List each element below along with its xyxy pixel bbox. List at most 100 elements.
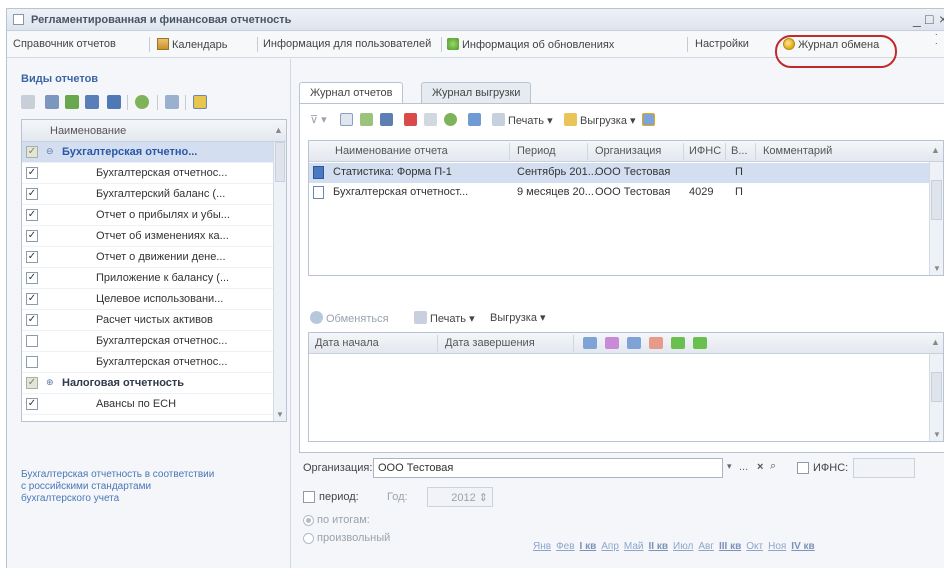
scroll-up-icon[interactable]: ▲ [931,145,940,155]
row-checkbox[interactable]: ✓ [26,293,38,305]
tree-row[interactable]: ✓ Отчет о прибылях и убы... [22,205,274,226]
scroll-down-icon[interactable]: ▼ [276,410,284,419]
minimize-icon[interactable]: _ [913,11,921,27]
period-checkbox[interactable] [303,491,315,503]
period-link[interactable]: Май [624,541,644,552]
col-start-date[interactable]: Дата начала [315,337,379,349]
table-row[interactable]: Статистика: Форма П-1 Сентябрь 201... ОО… [309,163,929,183]
maximize-icon[interactable]: □ [925,11,933,27]
delete-icon[interactable] [404,113,417,126]
close-icon[interactable]: × [939,11,944,27]
row-checkbox[interactable]: ✓ [26,230,38,242]
tree-row[interactable]: ✓ Целевое использовани... [22,289,274,310]
row-checkbox[interactable] [26,356,38,368]
refresh-icon[interactable] [444,113,457,126]
new-document-icon[interactable] [340,113,353,126]
more-icon[interactable] [424,113,437,126]
ifns-field[interactable] [853,458,915,478]
exchange-export-button[interactable]: Выгрузка ▾ [490,311,546,324]
scrollbar-thumb[interactable] [275,142,285,182]
radio-totals[interactable] [303,515,314,526]
exchange-scrollbar[interactable]: ▼ [929,354,943,441]
col-end-date[interactable]: Дата завершения [445,337,535,349]
search-icon[interactable]: ⌕ [770,460,776,473]
exchange-button[interactable]: Обменяться [310,311,389,325]
tree-row[interactable]: ✓ Отчет о движении дене... [22,247,274,268]
col-report-name[interactable]: Наименование отчета [335,145,448,157]
edit-document-icon[interactable] [380,113,393,126]
period-link[interactable]: II кв [649,541,669,552]
scrollbar-thumb[interactable] [931,180,942,220]
tree-group-row[interactable]: ✓ ⊕ Налоговая отчетность [22,373,274,394]
row-checkbox[interactable]: ✓ [26,167,38,179]
row-checkbox[interactable]: ✓ [26,398,38,410]
ellipsis-icon[interactable]: ... [739,461,748,473]
clear-icon[interactable]: × [757,461,763,473]
col-ifns[interactable]: ИФНС [689,145,721,157]
new-folder-icon[interactable] [21,95,35,109]
row-checkbox[interactable]: ✓ [26,251,38,263]
scroll-down-icon[interactable]: ▼ [933,430,941,439]
group-icon[interactable] [107,95,121,109]
menu-reports-reference[interactable]: Справочник отчетов [13,38,116,50]
row-checkbox[interactable]: ✓ [26,188,38,200]
scrollbar-thumb[interactable] [931,372,942,402]
row-checkbox[interactable]: ✓ [26,314,38,326]
copy-icon[interactable] [45,95,59,109]
tree-row[interactable]: Бухгалтерская отчетнос... [22,331,274,352]
tree-row[interactable]: ✓ Авансы по ЕСН [22,394,274,415]
period-link[interactable]: Ноя [768,541,786,552]
print-button[interactable]: Печать ▾ [492,113,553,127]
tree-row[interactable]: ✓ Приложение к балансу (... [22,268,274,289]
filter-icon[interactable]: ⊽ ▾ [310,113,327,126]
row-checkbox[interactable] [26,335,38,347]
tree-scrollbar[interactable]: ▼ [273,142,286,421]
period-link[interactable]: Окт [746,541,763,552]
tree-row[interactable]: ✓ Расчет чистых активов [22,310,274,331]
menu-user-info[interactable]: Информация для пользователей [263,38,431,50]
row-checkbox[interactable]: ✓ [26,209,38,221]
dropdown-arrow-icon[interactable]: ▾ [727,461,732,472]
tree-row[interactable]: ✓ Бухгалтерская отчетнос... [22,163,274,184]
row-checkbox[interactable]: ✓ [26,377,38,389]
expand-icon[interactable]: ⊕ [46,377,54,388]
refresh-icon[interactable] [135,95,149,109]
row-checkbox[interactable]: ✓ [26,272,38,284]
period-link[interactable]: III кв [719,541,741,552]
ifns-checkbox[interactable] [797,462,809,474]
export-button[interactable]: Выгрузка ▾ [564,113,636,127]
edit-icon[interactable] [65,95,79,109]
tree-row[interactable]: Бухгалтерская отчетнос... [22,352,274,373]
reports-scrollbar[interactable]: ▼ [929,162,943,275]
period-link[interactable]: Янв [533,541,551,552]
menu-calendar[interactable]: Календарь [157,38,228,51]
menu-update-info[interactable]: Информация об обновлениях [447,38,614,51]
tab-export-log[interactable]: Журнал выгрузки [421,82,532,104]
exchange-print-button[interactable]: Печать ▾ [414,311,475,325]
organization-field[interactable]: ООО Тестовая [373,458,723,478]
col-period[interactable]: Период [517,145,556,157]
scroll-up-icon[interactable]: ▲ [274,125,283,135]
settings-icon[interactable] [193,95,207,109]
tree-group-row[interactable]: ✓ ⊖ Бухгалтерская отчетно... [22,142,274,163]
col-comment[interactable]: Комментарий [763,145,832,157]
year-field[interactable]: 2012 ⇕ [427,487,493,507]
scroll-down-icon[interactable]: ▼ [933,264,941,273]
period-link[interactable]: Авг [698,541,714,552]
hierarchy-icon[interactable] [85,95,99,109]
tab-reports-log[interactable]: Журнал отчетов [299,82,404,105]
radio-custom[interactable] [303,533,314,544]
scroll-up-icon[interactable]: ▲ [931,337,940,347]
period-link[interactable]: IV кв [791,541,814,552]
settings-icon[interactable] [642,113,655,126]
menu-settings[interactable]: Настройки [695,38,749,50]
period-link[interactable]: Июл [673,541,693,552]
print-icon[interactable] [165,95,179,109]
send-icon[interactable] [468,113,481,126]
col-v[interactable]: В... [731,145,748,157]
row-checkbox[interactable]: ✓ [26,146,38,158]
tree-row[interactable]: ✓ Отчет об изменениях ка... [22,226,274,247]
table-row[interactable]: Бухгалтерская отчетност... 9 месяцев 20.… [309,183,929,203]
menu-overflow-icon[interactable]: ˙ ˙ [935,34,939,54]
col-organization[interactable]: Организация [595,145,661,157]
